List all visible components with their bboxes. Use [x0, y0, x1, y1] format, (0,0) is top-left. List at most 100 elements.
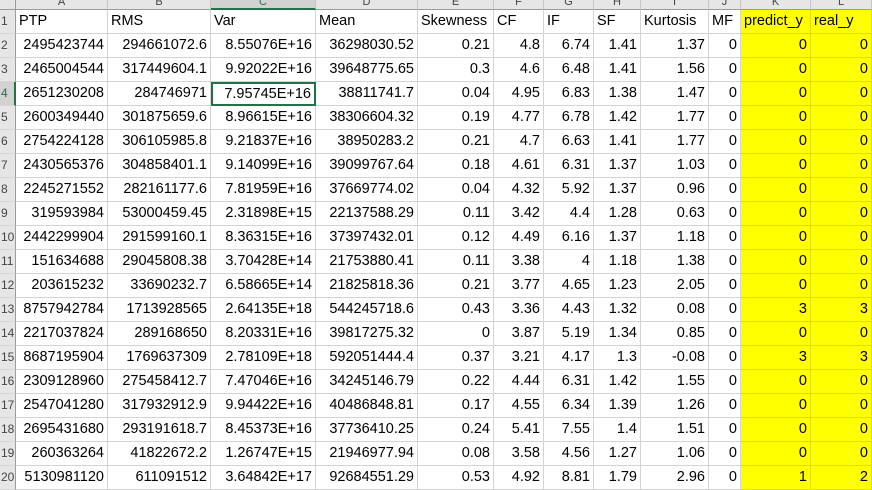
data-cell[interactable]: 0: [811, 58, 872, 82]
data-cell[interactable]: 0: [709, 394, 741, 418]
data-cell[interactable]: 9.14099E+16: [211, 154, 316, 178]
data-cell[interactable]: 1.56: [641, 58, 709, 82]
data-cell[interactable]: 304858401.1: [108, 154, 211, 178]
data-cell[interactable]: 0: [709, 298, 741, 322]
data-cell[interactable]: 0.04: [418, 82, 494, 106]
data-cell[interactable]: 260363264: [16, 442, 108, 466]
row-header-4[interactable]: 4: [0, 82, 16, 106]
data-cell[interactable]: 4.49: [494, 226, 544, 250]
data-cell[interactable]: 1.28: [594, 202, 641, 226]
header-cell-skewness[interactable]: Skewness: [418, 10, 494, 34]
data-cell[interactable]: 33690232.7: [108, 274, 211, 298]
data-cell[interactable]: 1.06: [641, 442, 709, 466]
data-cell[interactable]: 0.53: [418, 466, 494, 490]
row-header-2[interactable]: 2: [0, 34, 16, 58]
data-cell[interactable]: 53000459.45: [108, 202, 211, 226]
data-cell[interactable]: 0: [811, 226, 872, 250]
data-cell[interactable]: 1.77: [641, 106, 709, 130]
data-cell[interactable]: 8.45373E+16: [211, 418, 316, 442]
data-cell[interactable]: 291599160.1: [108, 226, 211, 250]
data-cell[interactable]: 4.61: [494, 154, 544, 178]
data-cell[interactable]: 0.21: [418, 130, 494, 154]
data-cell[interactable]: 2754224128: [16, 130, 108, 154]
data-cell[interactable]: 6.34: [544, 394, 594, 418]
header-cell-if[interactable]: IF: [544, 10, 594, 34]
header-cell-ptp[interactable]: PTP: [16, 10, 108, 34]
data-cell[interactable]: 7.47046E+16: [211, 370, 316, 394]
data-cell[interactable]: 1.37: [594, 226, 641, 250]
data-cell[interactable]: 21946977.94: [316, 442, 418, 466]
data-cell[interactable]: 1.23: [594, 274, 641, 298]
data-cell[interactable]: 6.83: [544, 82, 594, 106]
data-cell[interactable]: 0.21: [418, 274, 494, 298]
data-cell[interactable]: 0.11: [418, 250, 494, 274]
header-cell-mf[interactable]: MF: [709, 10, 741, 34]
row-header-13[interactable]: 13: [0, 298, 16, 322]
data-cell[interactable]: 34245146.79: [316, 370, 418, 394]
header-cell-kurtosis[interactable]: Kurtosis: [641, 10, 709, 34]
data-cell[interactable]: 5.41: [494, 418, 544, 442]
data-cell[interactable]: 1.41: [594, 34, 641, 58]
data-cell[interactable]: 0.17: [418, 394, 494, 418]
data-cell[interactable]: 38950283.2: [316, 130, 418, 154]
data-cell[interactable]: 1.03: [641, 154, 709, 178]
data-cell[interactable]: 92684551.29: [316, 466, 418, 490]
column-header-b[interactable]: B: [108, 0, 211, 10]
data-cell[interactable]: 2217037824: [16, 322, 108, 346]
data-cell[interactable]: 0: [741, 274, 811, 298]
header-cell-mean[interactable]: Mean: [316, 10, 418, 34]
data-cell[interactable]: 1713928565: [108, 298, 211, 322]
data-cell[interactable]: 1.34: [594, 322, 641, 346]
data-cell[interactable]: 3.36: [494, 298, 544, 322]
row-header-6[interactable]: 6: [0, 130, 16, 154]
data-cell[interactable]: 151634688: [16, 250, 108, 274]
header-cell-cf[interactable]: CF: [494, 10, 544, 34]
data-cell[interactable]: 6.16: [544, 226, 594, 250]
data-cell[interactable]: 0: [709, 58, 741, 82]
data-cell[interactable]: 0: [741, 130, 811, 154]
row-header-19[interactable]: 19: [0, 442, 16, 466]
data-cell[interactable]: 6.78: [544, 106, 594, 130]
data-cell[interactable]: 0: [418, 322, 494, 346]
data-cell[interactable]: 6.63: [544, 130, 594, 154]
data-cell[interactable]: 0: [811, 154, 872, 178]
column-header-a[interactable]: A: [16, 0, 108, 10]
row-header-17[interactable]: 17: [0, 394, 16, 418]
data-cell[interactable]: 21825818.36: [316, 274, 418, 298]
data-cell[interactable]: 2.96: [641, 466, 709, 490]
data-cell[interactable]: -0.08: [641, 346, 709, 370]
data-cell[interactable]: 3.58: [494, 442, 544, 466]
row-header-11[interactable]: 11: [0, 250, 16, 274]
data-cell[interactable]: 1.18: [641, 226, 709, 250]
data-cell[interactable]: 4.6: [494, 58, 544, 82]
data-cell[interactable]: 3.21: [494, 346, 544, 370]
data-cell[interactable]: 3: [811, 346, 872, 370]
data-cell[interactable]: 4.56: [544, 442, 594, 466]
data-cell[interactable]: 8.96615E+16: [211, 106, 316, 130]
row-header-15[interactable]: 15: [0, 346, 16, 370]
data-cell[interactable]: 3.70428E+14: [211, 250, 316, 274]
spreadsheet-grid[interactable]: A B C D E F G H I J K L 1 2 3 4 5 6 7 8 9 10 11 12 13 14 15 16 17 18 1…: [0, 0, 872, 490]
header-cell-var[interactable]: Var: [211, 10, 316, 34]
data-cell[interactable]: 0: [811, 322, 872, 346]
data-cell[interactable]: 1.27: [594, 442, 641, 466]
data-cell[interactable]: 0.18: [418, 154, 494, 178]
data-cell[interactable]: 7.95745E+16: [211, 82, 316, 106]
data-cell[interactable]: 1.39: [594, 394, 641, 418]
data-cell[interactable]: 0: [741, 34, 811, 58]
data-cell[interactable]: 5.92: [544, 178, 594, 202]
data-cell[interactable]: 317932912.9: [108, 394, 211, 418]
data-cell[interactable]: 6.31: [544, 370, 594, 394]
data-cell[interactable]: 6.31: [544, 154, 594, 178]
column-header-c[interactable]: C: [211, 0, 316, 10]
data-cell[interactable]: 289168650: [108, 322, 211, 346]
data-cell[interactable]: 2495423744: [16, 34, 108, 58]
data-cell[interactable]: 0: [709, 82, 741, 106]
data-cell[interactable]: 21753880.41: [316, 250, 418, 274]
data-cell[interactable]: 2600349440: [16, 106, 108, 130]
data-cell[interactable]: 0: [709, 370, 741, 394]
data-cell[interactable]: 4.32: [494, 178, 544, 202]
data-cell[interactable]: 0: [741, 58, 811, 82]
data-cell[interactable]: 0: [741, 370, 811, 394]
data-cell[interactable]: 2309128960: [16, 370, 108, 394]
